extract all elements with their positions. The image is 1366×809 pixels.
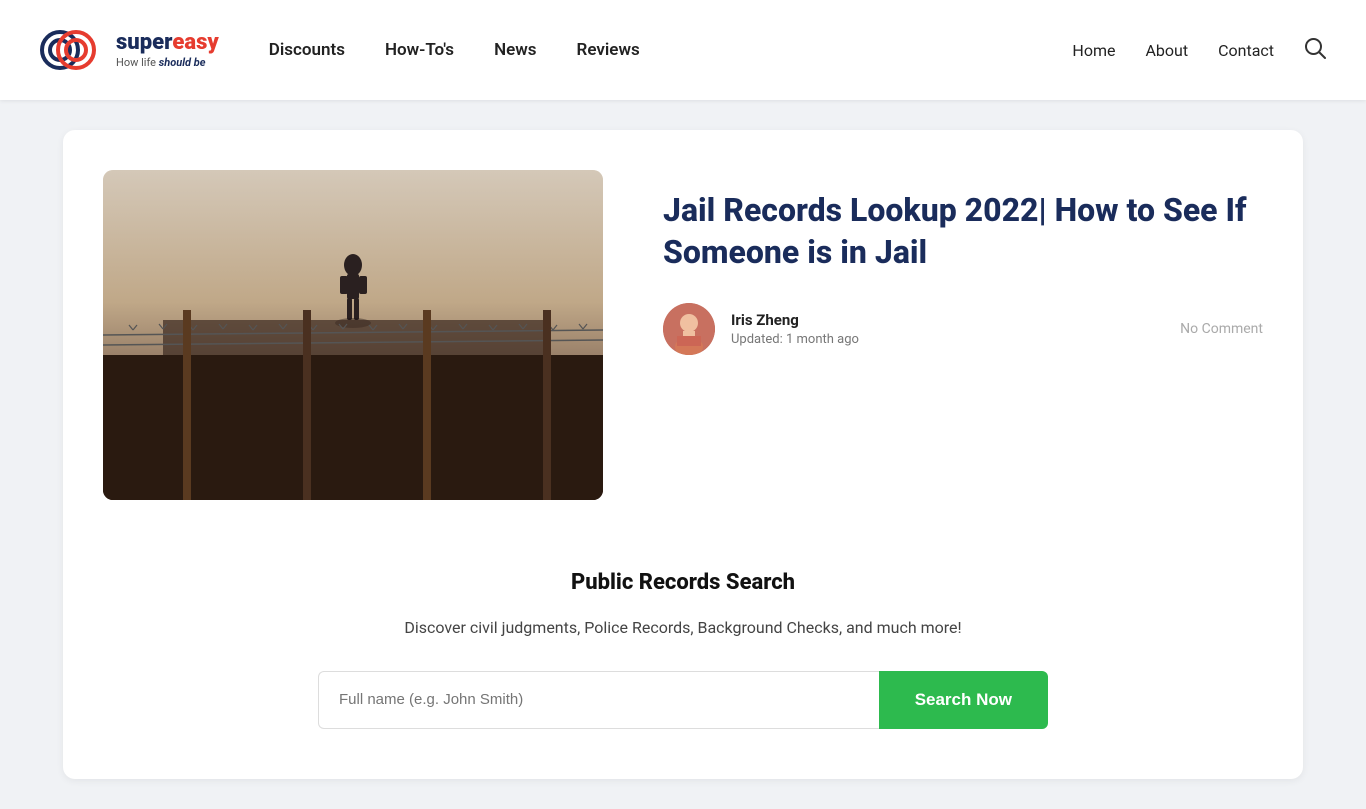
main-content: Jail Records Lookup 2022| How to See If … [33, 130, 1333, 779]
search-bar-row: Search Now [318, 671, 1048, 729]
logo-icon [40, 20, 110, 80]
right-nav: Home About Contact [1072, 37, 1326, 64]
nav-news[interactable]: News [494, 40, 536, 60]
article-image [103, 170, 603, 500]
search-icon[interactable] [1304, 37, 1326, 64]
nav-howtos[interactable]: How-To's [385, 40, 454, 60]
author-updated: Updated: 1 month ago [731, 332, 1164, 347]
author-row: Iris Zheng Updated: 1 month ago No Comme… [663, 303, 1263, 355]
article-meta: Jail Records Lookup 2022| How to See If … [663, 170, 1263, 355]
logo-super-text: super [116, 32, 172, 54]
main-nav: Discounts How-To's News Reviews [269, 40, 1073, 60]
nav-discounts[interactable]: Discounts [269, 40, 345, 60]
nav-contact[interactable]: Contact [1218, 41, 1274, 60]
article-title: Jail Records Lookup 2022| How to See If … [663, 190, 1263, 273]
search-now-button[interactable]: Search Now [879, 671, 1048, 729]
author-info: Iris Zheng Updated: 1 month ago [731, 311, 1164, 347]
nav-home[interactable]: Home [1072, 41, 1115, 60]
site-header: super easy How life should be Discounts … [0, 0, 1366, 100]
nav-reviews[interactable]: Reviews [577, 40, 640, 60]
article-top: Jail Records Lookup 2022| How to See If … [103, 170, 1263, 500]
article-card: Jail Records Lookup 2022| How to See If … [63, 130, 1303, 779]
search-input[interactable] [318, 671, 879, 729]
nav-about[interactable]: About [1145, 41, 1188, 60]
search-section: Public Records Search Discover civil jud… [103, 550, 1263, 739]
author-avatar [663, 303, 715, 355]
no-comment-label: No Comment [1180, 321, 1263, 337]
search-description: Discover civil judgments, Police Records… [333, 615, 1033, 641]
logo-easy-text: easy [172, 32, 218, 54]
site-logo[interactable]: super easy How life should be [40, 20, 219, 80]
logo-tagline: How life should be [116, 56, 219, 69]
author-name: Iris Zheng [731, 311, 1164, 329]
search-section-title: Public Records Search [103, 570, 1263, 595]
